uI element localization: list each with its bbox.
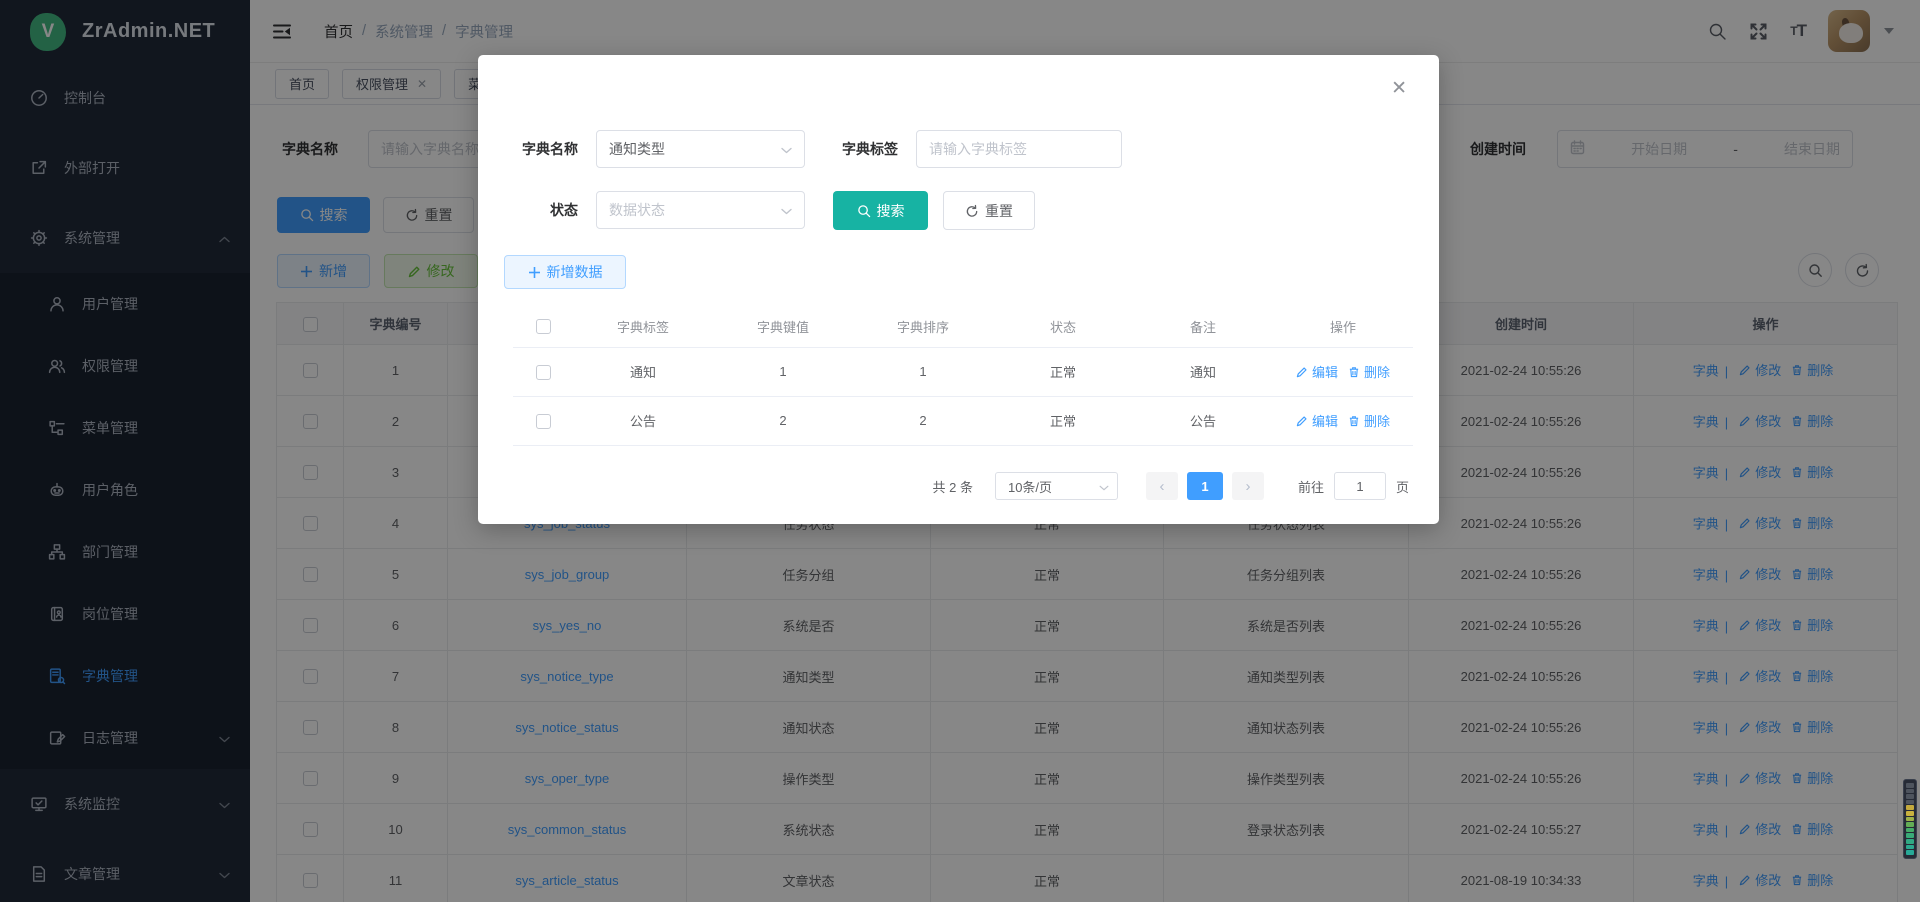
row-edit-link[interactable]: 编辑 — [1296, 411, 1338, 430]
button-label: 新增数据 — [547, 262, 603, 282]
modal-dict-label-input[interactable]: 请输入字典标签 — [916, 130, 1122, 168]
minimap-scrollbar[interactable] — [1903, 779, 1917, 859]
next-page-button[interactable]: › — [1232, 472, 1264, 500]
goto-label: 前往 — [1298, 477, 1324, 496]
row-checkbox-cell — [513, 347, 573, 396]
modal-dict-label-label: 字典标签 — [823, 130, 898, 168]
app-root: V ZrAdmin.NET 控制台 外部打开 系统管理 用户管理 权限管理 — [0, 0, 1920, 902]
dict-sort-cell: 1 — [853, 347, 993, 396]
remark-cell: 通知 — [1133, 347, 1273, 396]
pagination: 共 2 条 10条/页 ‹ 1 › 前往 1 页 — [478, 472, 1409, 500]
page-unit-label: 页 — [1396, 477, 1409, 496]
modal-status-label: 状态 — [478, 191, 578, 229]
column-header: 字典键值 — [713, 306, 853, 347]
modal-table-header-row: 字典标签字典键值字典排序状态备注操作 — [513, 306, 1413, 347]
chevron-down-icon — [781, 141, 792, 157]
action-label: 编辑 — [1312, 362, 1338, 381]
header-checkbox-cell — [513, 306, 573, 347]
trash-icon — [1348, 366, 1360, 378]
pencil-icon — [1296, 366, 1308, 378]
actions-cell: 编辑 删除 — [1273, 396, 1413, 445]
button-label: 重置 — [985, 201, 1013, 221]
row-checkbox[interactable] — [536, 414, 551, 429]
select-value: 通知类型 — [609, 139, 665, 159]
button-label: 搜索 — [877, 201, 905, 221]
remark-cell: 公告 — [1133, 396, 1273, 445]
dict-sort-cell: 2 — [853, 396, 993, 445]
column-header: 操作 — [1273, 306, 1413, 347]
modal-dict-name-label: 字典名称 — [478, 130, 578, 168]
column-header: 备注 — [1133, 306, 1273, 347]
modal-select-all-checkbox[interactable] — [536, 319, 551, 334]
dict-value-cell: 2 — [713, 396, 853, 445]
modal-reset-button[interactable]: 重置 — [943, 191, 1035, 230]
row-delete-link[interactable]: 删除 — [1348, 411, 1390, 430]
select-value: 10条/页 — [1008, 477, 1052, 496]
dict-data-table: 字典标签字典键值字典排序状态备注操作通知11正常通知编辑删除公告22正常公告编辑… — [513, 306, 1413, 446]
select-placeholder: 数据状态 — [609, 200, 665, 220]
modal-table-row: 公告22正常公告编辑删除 — [513, 396, 1413, 445]
close-icon[interactable]: ✕ — [1391, 79, 1407, 98]
dict-value-cell: 1 — [713, 347, 853, 396]
column-header: 字典排序 — [853, 306, 993, 347]
row-delete-link[interactable]: 删除 — [1348, 362, 1390, 381]
page-size-select[interactable]: 10条/页 — [995, 472, 1118, 500]
chevron-down-icon — [1099, 479, 1109, 494]
modal-table-row: 通知11正常通知编辑删除 — [513, 347, 1413, 396]
status-cell: 正常 — [993, 396, 1133, 445]
prev-page-button[interactable]: ‹ — [1146, 472, 1178, 500]
row-edit-link[interactable]: 编辑 — [1296, 362, 1338, 381]
dict-label-cell: 通知 — [573, 347, 713, 396]
dict-data-modal: ✕ 字典名称 通知类型 字典标签 请输入字典标签 状态 数据状态 搜索 重置 新… — [478, 55, 1439, 524]
chevron-down-icon — [781, 202, 792, 218]
column-header: 状态 — [993, 306, 1133, 347]
action-label: 删除 — [1364, 362, 1390, 381]
goto-page-input[interactable]: 1 — [1334, 472, 1386, 500]
action-label: 删除 — [1364, 411, 1390, 430]
trash-icon — [1348, 415, 1360, 427]
modal-status-select[interactable]: 数据状态 — [596, 191, 805, 229]
modal-dict-name-select[interactable]: 通知类型 — [596, 130, 805, 168]
modal-search-button[interactable]: 搜索 — [833, 191, 928, 230]
input-placeholder: 请输入字典标签 — [929, 139, 1027, 159]
modal-add-data-button[interactable]: 新增数据 — [504, 255, 626, 289]
pagination-total: 共 2 条 — [933, 477, 973, 496]
status-cell: 正常 — [993, 347, 1133, 396]
page-1-button[interactable]: 1 — [1187, 472, 1223, 500]
dict-label-cell: 公告 — [573, 396, 713, 445]
actions-cell: 编辑 删除 — [1273, 347, 1413, 396]
column-header: 字典标签 — [573, 306, 713, 347]
row-checkbox[interactable] — [536, 365, 551, 380]
pencil-icon — [1296, 415, 1308, 427]
action-label: 编辑 — [1312, 411, 1338, 430]
row-checkbox-cell — [513, 396, 573, 445]
